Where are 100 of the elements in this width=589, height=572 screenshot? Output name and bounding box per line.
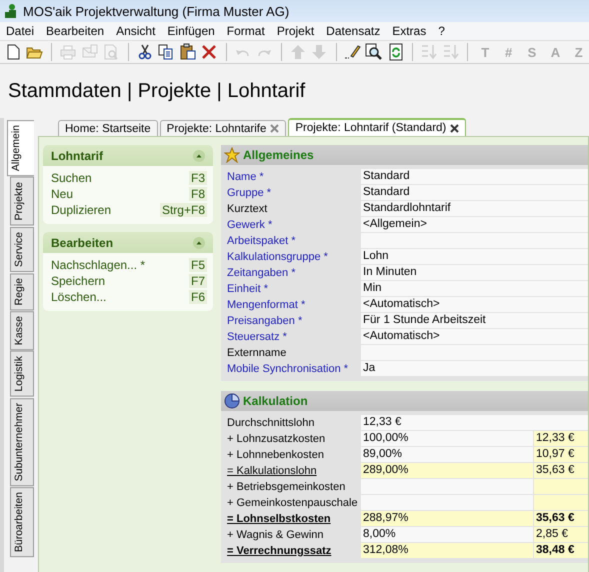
side-tab[interactable]: Kasse — [10, 311, 34, 350]
field-value[interactable]: Ja — [361, 361, 588, 377]
refresh-icon[interactable] — [386, 43, 405, 61]
row-label: + Lohnzusatzkosten — [226, 432, 326, 447]
pencil-icon[interactable] — [344, 43, 362, 61]
field-label: Name * — [226, 170, 265, 185]
field-value[interactable]: Min — [361, 281, 588, 297]
panel-title: Kalkulation — [243, 394, 308, 408]
row-label: + Gemeinkostenpauschale — [226, 496, 359, 511]
shortcut-key: F3 — [188, 171, 207, 185]
menu-item[interactable]: Extras — [386, 24, 432, 38]
close-icon[interactable] — [450, 124, 460, 132]
task-link[interactable]: Löschen... — [51, 290, 106, 304]
shortcut-key: F5 — [188, 258, 207, 272]
collapse-icon[interactable] — [193, 236, 205, 248]
row-label: = Verrechnungssatz — [226, 544, 332, 559]
percent-cell[interactable] — [361, 495, 533, 511]
field-value[interactable] — [361, 233, 588, 249]
cross-icon[interactable] — [200, 43, 218, 61]
field-value[interactable]: Standard — [361, 169, 588, 185]
field-label: Mobile Synchronisation * — [226, 362, 350, 377]
row-label: = Lohnselbstkosten — [226, 512, 332, 527]
task-link[interactable]: Suchen — [51, 171, 92, 185]
field-label: Kurztext — [226, 202, 268, 217]
side-tab[interactable]: Projekte — [10, 177, 34, 226]
side-tab[interactable]: Subunternehmer — [10, 398, 34, 486]
row-label: Durchschnittslohn — [226, 416, 316, 431]
amount-cell: 12,33 € — [534, 431, 588, 447]
task-link[interactable]: Speichern — [51, 274, 106, 288]
field-value[interactable]: In Minuten — [361, 265, 588, 281]
shortcut-key: F6 — [188, 290, 207, 304]
field-label: Kalkulationsgruppe * — [226, 250, 329, 265]
page-heading: Stammdaten | Projekte | Lohntarif — [8, 80, 306, 102]
menu-item[interactable]: Format — [220, 24, 271, 38]
shortcut-key: F7 — [188, 274, 207, 288]
amount-cell: 38,48 € — [534, 543, 588, 559]
percent-cell[interactable]: 312,08% — [361, 543, 533, 559]
field-label: Preisangaben * — [226, 314, 304, 329]
field-label: Gewerk * — [226, 218, 274, 233]
row-label: + Betriebsgemeinkosten — [226, 480, 346, 495]
field-label: Zeitangaben * — [226, 266, 296, 281]
task-link[interactable]: Duplizieren — [51, 203, 112, 217]
tab[interactable]: Projekte: Lohntarif (Standard) — [288, 118, 466, 136]
field-label: Arbeitspaket * — [226, 234, 296, 249]
field-label: Einheit * — [226, 282, 269, 297]
field-value[interactable]: Lohn — [361, 249, 588, 265]
tab[interactable]: Projekte: Lohntarife — [160, 120, 286, 136]
amount-cell: 2,85 € — [534, 527, 588, 543]
collapse-icon[interactable] — [193, 150, 205, 162]
percent-cell[interactable]: 100,00% — [361, 431, 533, 447]
menu-item[interactable]: Datei — [0, 24, 40, 38]
field-value[interactable]: Standardlohntarif — [361, 201, 588, 217]
field-value[interactable]: Für 1 Stunde Arbeitszeit — [361, 313, 588, 329]
side-tab[interactable]: Logistik — [10, 351, 34, 397]
percent-cell[interactable]: 289,00% — [361, 463, 533, 479]
field-value[interactable]: <Automatisch> — [361, 329, 588, 345]
percent-cell[interactable]: 8,00% — [361, 527, 533, 543]
side-tab[interactable]: Büroarbeiten — [10, 487, 34, 558]
field-value[interactable]: Standard — [361, 185, 588, 201]
field-label: Gruppe * — [226, 186, 272, 201]
shortcut-key: Strg+F8 — [160, 203, 207, 217]
side-tab[interactable]: Service — [10, 226, 34, 272]
value-cell[interactable]: 12,33 € — [361, 415, 588, 431]
menu-item[interactable]: ? — [432, 24, 451, 38]
menu-item[interactable]: Projekt — [270, 24, 320, 38]
menu-item[interactable]: Bearbeiten — [40, 24, 110, 38]
amount-cell: 35,63 € — [534, 463, 588, 479]
card-title: Lohntarif — [51, 148, 103, 162]
field-value[interactable]: <Automatisch> — [361, 297, 588, 313]
row-label: = Kalkulationslohn — [226, 464, 318, 479]
field-label: Externname — [226, 346, 288, 361]
magnifier-icon[interactable] — [365, 43, 384, 61]
task-link[interactable]: Nachschlagen... * — [51, 258, 146, 272]
menu-item[interactable]: Ansicht — [110, 24, 162, 38]
pie-chart-icon — [224, 393, 240, 409]
tab[interactable]: Home: Startseite — [58, 120, 158, 136]
clipboard-icon[interactable] — [178, 43, 197, 61]
side-tab[interactable]: Allgemein — [7, 120, 34, 176]
row-label: + Lohnnebenkosten — [226, 448, 325, 463]
window-title: MOS'aik Projektverwaltung (Firma Muster AG) — [23, 4, 290, 18]
menu-item[interactable]: Datensatz — [320, 24, 386, 38]
star-icon — [224, 147, 240, 163]
field-label: Steuersatz * — [226, 330, 288, 345]
panel-title: Allgemeines — [243, 148, 314, 162]
side-tab[interactable]: Regie — [10, 272, 34, 310]
percent-cell[interactable] — [361, 479, 533, 495]
row-label: + Wagnis & Gewinn — [226, 528, 324, 543]
amount-cell: 10,97 € — [534, 447, 588, 463]
card-title: Bearbeiten — [51, 236, 114, 250]
field-label: Mengenformat * — [226, 298, 306, 313]
field-value[interactable] — [361, 345, 588, 361]
amount-cell: 35,63 € — [534, 511, 588, 527]
task-link[interactable]: Neu — [51, 187, 74, 201]
field-value[interactable]: <Allgemein> — [361, 217, 588, 233]
copy-icon[interactable] — [157, 43, 176, 61]
app-icon — [4, 3, 18, 19]
menu-item[interactable]: Einfügen — [161, 24, 221, 38]
shortcut-key: F8 — [188, 187, 207, 201]
percent-cell[interactable]: 288,97% — [361, 511, 533, 527]
percent-cell[interactable]: 89,00% — [361, 447, 533, 463]
